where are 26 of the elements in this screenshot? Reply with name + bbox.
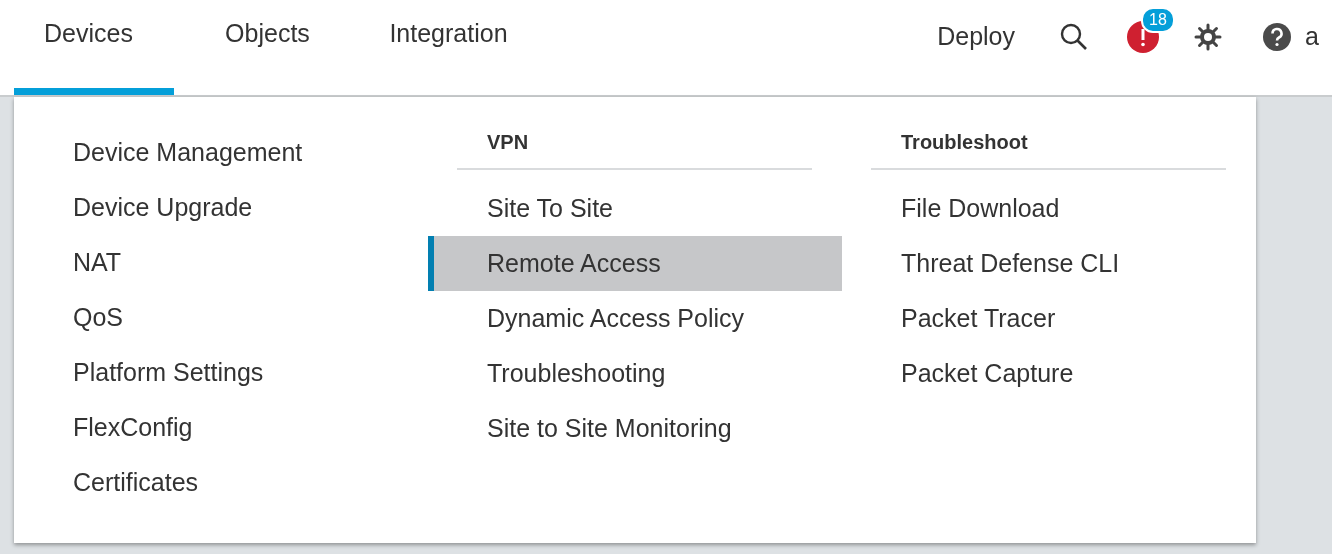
settings-icon[interactable]	[1193, 21, 1223, 52]
menu-item[interactable]: Remote Access	[428, 236, 842, 291]
help-icon[interactable]	[1263, 22, 1291, 51]
search-icon[interactable]	[1059, 21, 1089, 52]
menu-item[interactable]: Device Upgrade	[14, 180, 428, 235]
menu-item[interactable]: Platform Settings	[14, 345, 428, 400]
menu-heading: Troubleshoot	[871, 125, 1226, 170]
menu-item[interactable]: Packet Capture	[842, 346, 1256, 401]
deploy-link[interactable]: Deploy	[937, 22, 1015, 51]
nav-tab[interactable]: Objects	[174, 0, 361, 95]
menu-item[interactable]: Site To Site	[428, 181, 842, 236]
menu-item[interactable]: File Download	[842, 181, 1256, 236]
menu-item[interactable]: Threat Defense CLI	[842, 236, 1256, 291]
menu-item[interactable]: NAT	[14, 235, 428, 290]
menu-heading: VPN	[457, 125, 812, 170]
nav-tab[interactable]: Integration	[361, 0, 536, 95]
menu-item[interactable]: Certificates	[14, 455, 428, 510]
menu-item[interactable]: FlexConfig	[14, 400, 428, 455]
menu-item[interactable]: Site to Site Monitoring	[428, 401, 842, 456]
menu-item[interactable]: Dynamic Access Policy	[428, 291, 842, 346]
notification-count: 18	[1141, 6, 1175, 33]
user-name[interactable]: a	[1305, 22, 1332, 51]
menu-item[interactable]: Troubleshooting	[428, 346, 842, 401]
menu-item[interactable]: QoS	[14, 290, 428, 345]
menu-item[interactable]: Packet Tracer	[842, 291, 1256, 346]
menu-item[interactable]: Device Management	[14, 125, 428, 180]
